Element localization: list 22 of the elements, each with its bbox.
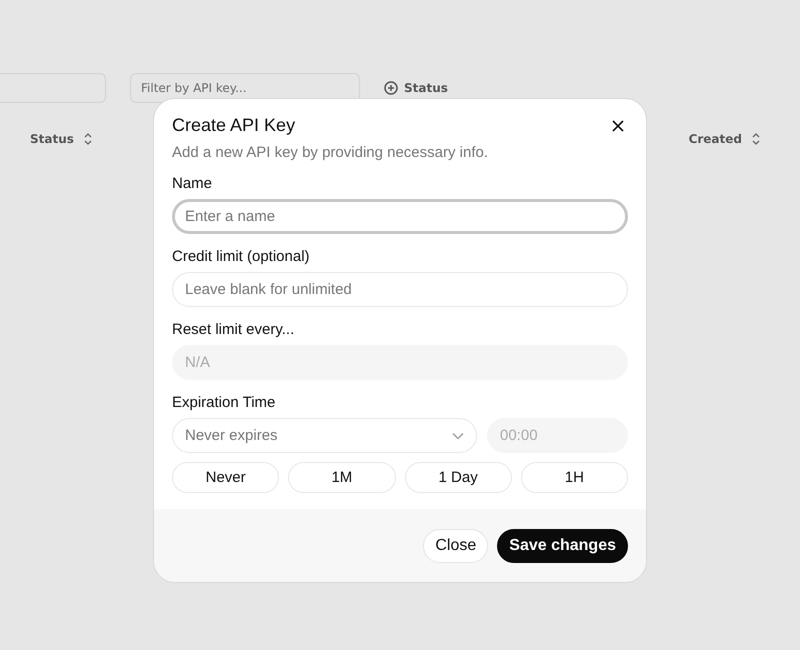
save-button[interactable]: Save changes: [497, 529, 628, 563]
status-filter-label: Status: [404, 81, 448, 95]
field-label: Name: [172, 175, 214, 192]
plus-circle-icon: [384, 81, 398, 95]
preset-button[interactable]: 1M: [288, 462, 396, 493]
preset-button[interactable]: 1 Day: [404, 462, 512, 493]
close-icon: [612, 120, 624, 132]
dialog-title: Create API Key: [172, 115, 296, 136]
input-field[interactable]: Enter a name: [172, 199, 628, 234]
field-label: Reset limit every...: [172, 321, 296, 338]
preset-button[interactable]: Never: [172, 462, 280, 493]
column-header: Created: [688, 132, 760, 146]
sort-icon: [752, 133, 760, 145]
field-label: Credit limit (optional): [172, 248, 311, 265]
dialog-subtitle: Add a new API key by providing necessary info.: [172, 144, 490, 161]
field-label: Expiration Time: [172, 394, 276, 411]
expiration-dropdown[interactable]: Never expires: [172, 418, 477, 453]
column-header: Status: [30, 132, 92, 146]
sort-icon: [84, 133, 92, 145]
chevron-down-icon: [452, 432, 464, 440]
close-button[interactable]: Close: [423, 529, 488, 563]
preset-button[interactable]: 1H: [520, 462, 628, 493]
